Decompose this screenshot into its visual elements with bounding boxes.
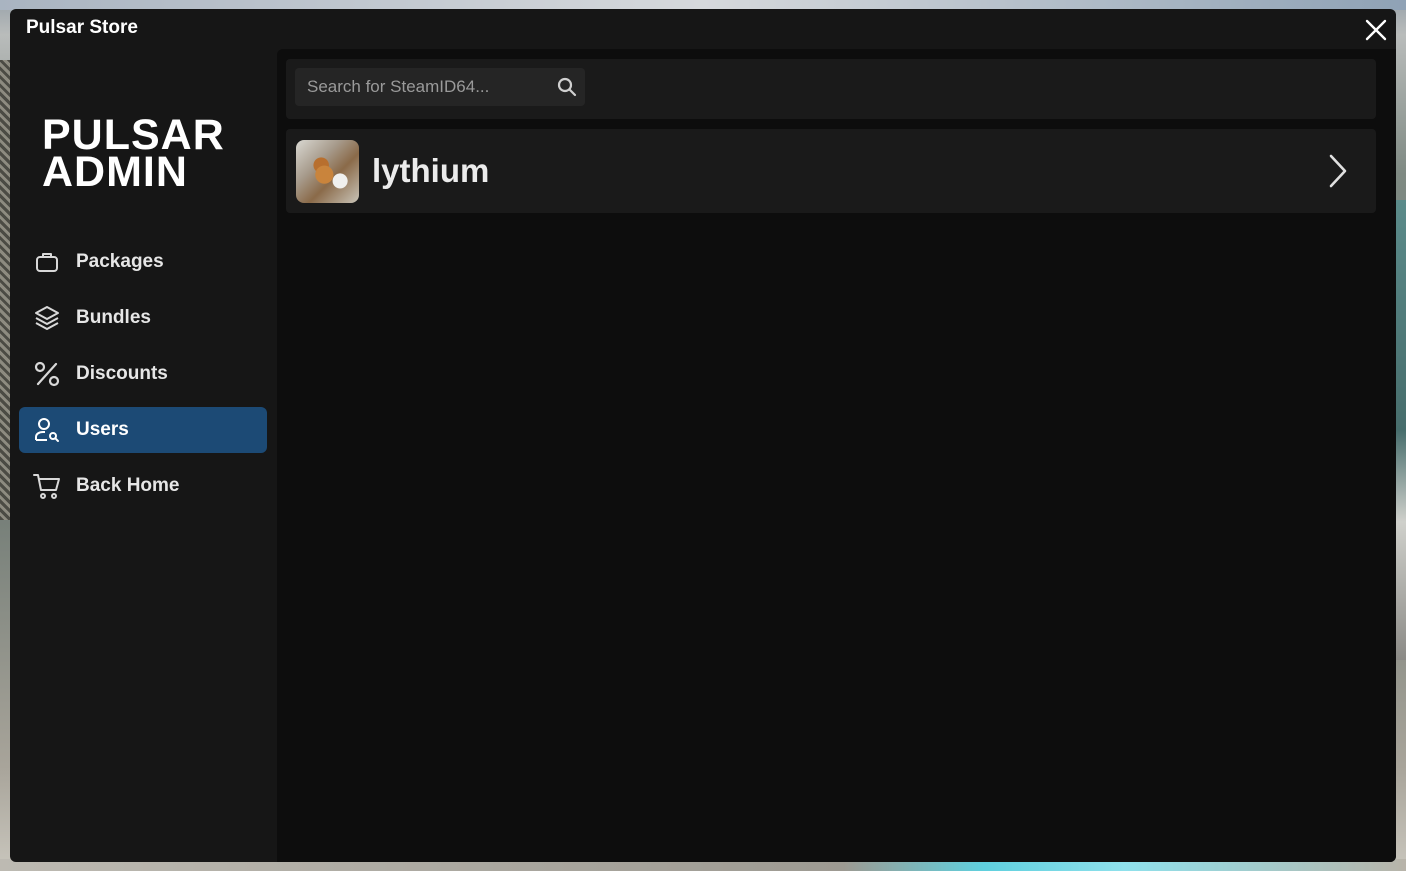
layers-icon [32, 303, 62, 333]
sidebar-item-users[interactable]: Users [19, 407, 267, 453]
sidebar-item-label: Discounts [76, 363, 168, 384]
close-icon [1365, 19, 1387, 41]
sidebar-item-bundles[interactable]: Bundles [19, 295, 267, 341]
briefcase-icon [32, 247, 62, 277]
search-icon[interactable] [549, 68, 585, 106]
close-button[interactable] [1362, 16, 1390, 44]
search-bar [286, 59, 1376, 119]
sidebar-item-label: Users [76, 419, 129, 440]
store-window: Pulsar Store PULSAR ADMIN Packages Bundl… [10, 9, 1396, 862]
user-row[interactable]: lythium [286, 129, 1376, 213]
search-input[interactable] [295, 68, 549, 106]
logo-line-2: ADMIN [42, 148, 188, 196]
username: lythium [372, 152, 490, 189]
chevron-right-icon[interactable] [1326, 153, 1350, 189]
search-box [295, 68, 585, 106]
sidebar-item-label: Back Home [76, 475, 180, 496]
sidebar-item-discounts[interactable]: Discounts [19, 351, 267, 397]
sidebar-item-label: Packages [76, 251, 164, 272]
sidebar-nav: Packages Bundles Discounts Users Back Ho… [19, 239, 267, 519]
user-search-icon [32, 415, 62, 445]
window-title: Pulsar Store [26, 17, 138, 38]
sidebar-item-packages[interactable]: Packages [19, 239, 267, 285]
sidebar: PULSAR ADMIN Packages Bundles Discounts … [10, 49, 277, 862]
main-content: lythium [277, 49, 1396, 862]
cart-icon [32, 471, 62, 501]
sidebar-item-label: Bundles [76, 307, 151, 328]
admin-logo: PULSAR ADMIN [42, 114, 225, 196]
percent-icon [32, 359, 62, 389]
sidebar-item-back-home[interactable]: Back Home [19, 463, 267, 509]
avatar [296, 139, 359, 203]
